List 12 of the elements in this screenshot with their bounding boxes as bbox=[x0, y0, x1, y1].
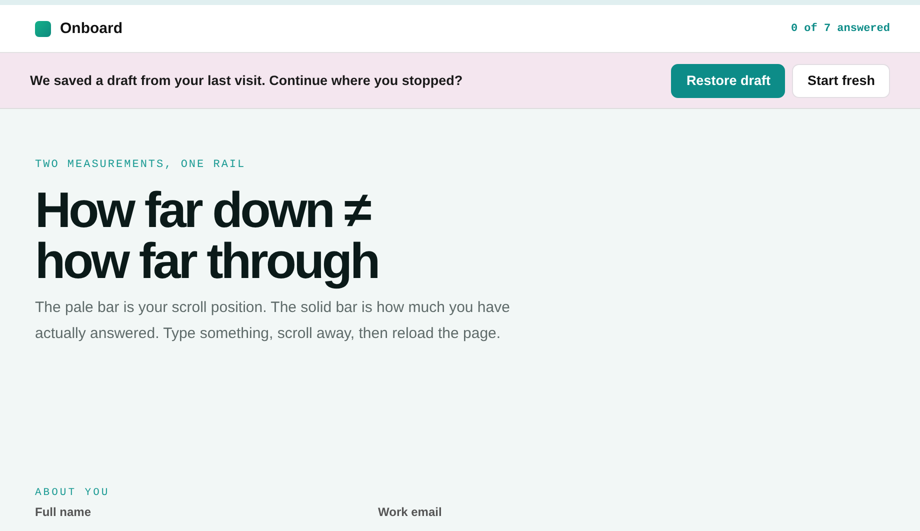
field-label: Full name bbox=[35, 505, 92, 519]
logo-icon bbox=[35, 20, 51, 36]
section-heading: ABOUT YOU bbox=[35, 487, 111, 499]
answered-count: 0 of 7 answered bbox=[790, 22, 890, 34]
page-heading: How far down ≠ how far through bbox=[35, 185, 379, 287]
brand-name: Onboard bbox=[60, 20, 122, 37]
banner-message: We saved a draft from your last visit. Continue where you stopped? bbox=[30, 73, 463, 88]
eyebrow-label: TWO MEASUREMENTS, ONE RAIL bbox=[35, 159, 247, 171]
start-fresh-button[interactable]: Start fresh bbox=[792, 64, 890, 98]
field-label: Work email bbox=[378, 505, 443, 519]
intro-paragraph: The pale bar is your scroll position. The solid bar is how much you have actually answered. Type something, scroll away, then reload the page. bbox=[35, 298, 511, 344]
restore-button[interactable]: Restore draft bbox=[671, 64, 786, 98]
